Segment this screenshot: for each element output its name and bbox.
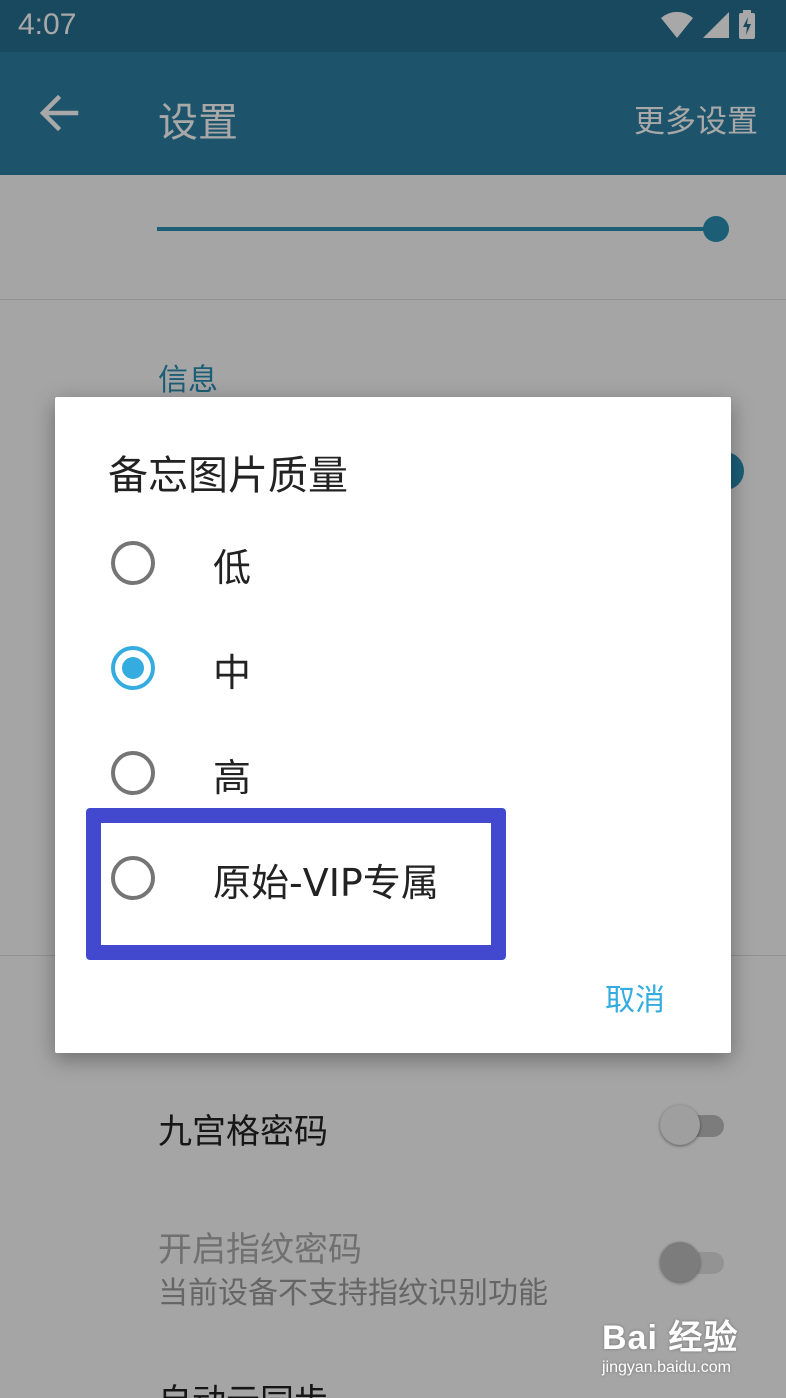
option-medium[interactable]: 中 <box>55 622 731 718</box>
radio-low[interactable] <box>111 541 155 585</box>
dialog-title: 备忘图片质量 <box>108 453 348 499</box>
radio-high[interactable] <box>111 751 155 795</box>
baidu-jingyan-watermark: Bai 经验 jingyan.baidu.com <box>602 1310 762 1380</box>
watermark-logo-text: Bai 经验 <box>602 1319 739 1357</box>
cancel-button[interactable]: 取消 <box>605 975 665 1019</box>
watermark-url: jingyan.baidu.com <box>602 1359 731 1376</box>
option-low[interactable]: 低 <box>55 517 731 613</box>
option-low-label: 低 <box>213 546 252 590</box>
annotation-highlight-box <box>86 808 506 960</box>
radio-medium[interactable] <box>111 646 155 690</box>
option-medium-label: 中 <box>213 651 252 695</box>
option-high-label: 高 <box>213 756 252 800</box>
